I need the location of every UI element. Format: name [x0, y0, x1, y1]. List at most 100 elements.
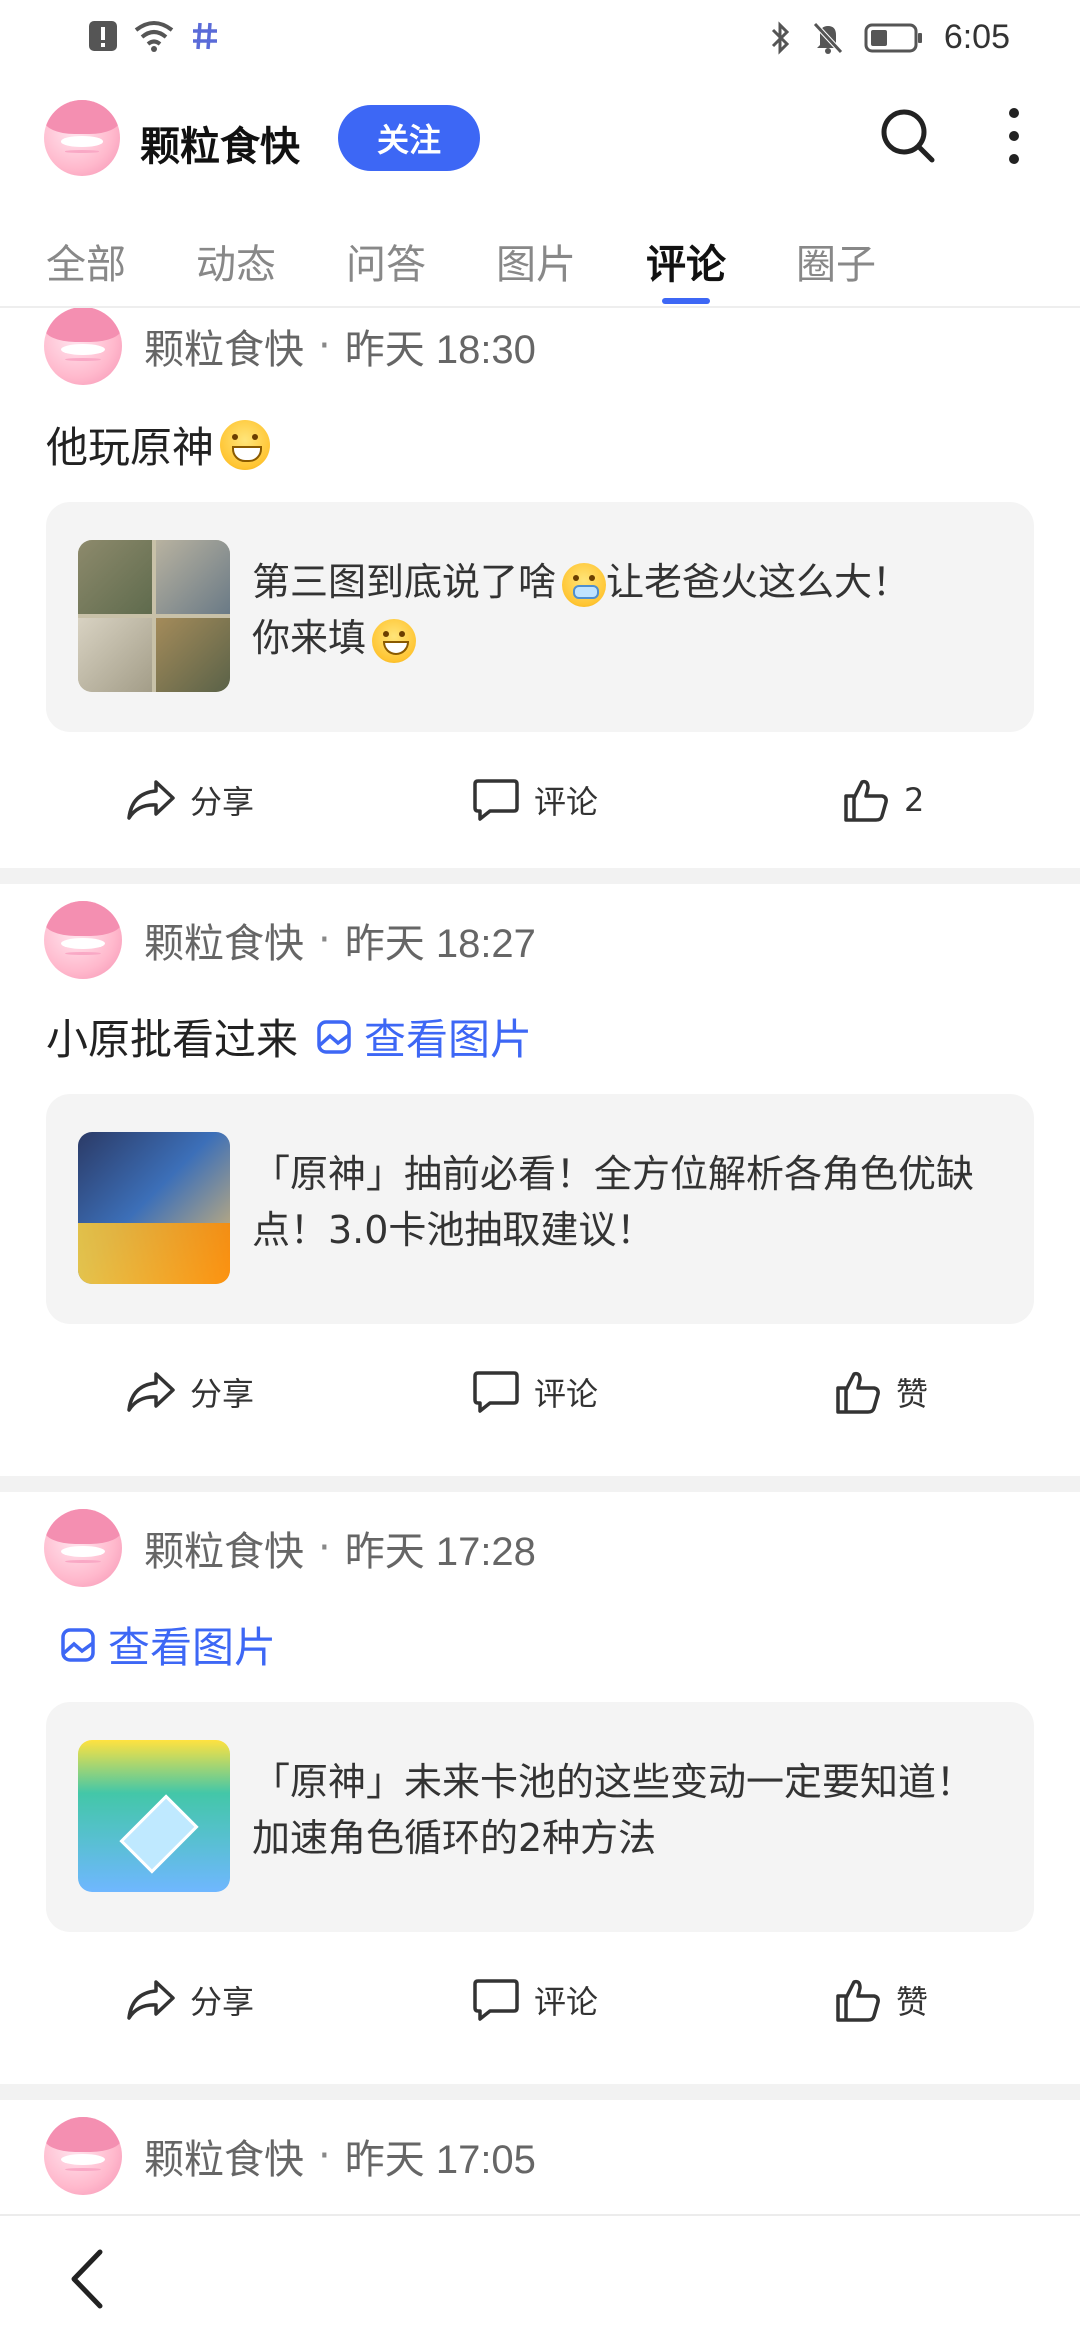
- back-button[interactable]: [60, 2244, 120, 2314]
- post-author: 颗粒食快: [144, 327, 304, 373]
- comment-icon: [473, 779, 519, 821]
- thumbs-up-icon: [836, 1979, 880, 2022]
- post-time: 昨天 18:30: [344, 328, 536, 372]
- follow-button[interactable]: 关注: [338, 105, 480, 171]
- article-thumbnail: [78, 1132, 230, 1284]
- like-button[interactable]: 赞: [834, 1960, 928, 2040]
- share-button[interactable]: 分享: [126, 1352, 254, 1432]
- post-author-row: 颗粒食快 · 昨天 18:30: [44, 308, 536, 386]
- post-author-row: 颗粒食快 · 昨天 18:27: [44, 900, 536, 980]
- comment-label: 评论: [534, 1983, 599, 2021]
- tab-images[interactable]: 图片: [496, 232, 576, 290]
- tab-comments[interactable]: 评论: [646, 232, 726, 290]
- article-title-part: 第三图到底说了啥: [252, 560, 557, 604]
- post-card: 颗粒食快 · 昨天 18:27 小原批看过来 查看图片 「原神」抽前必看！全方位…: [0, 884, 1080, 1476]
- avatar[interactable]: [44, 1509, 122, 1587]
- separator-dot: ·: [318, 1525, 331, 1571]
- comment-button[interactable]: 评论: [472, 1960, 598, 2040]
- post-author: 颗粒食快: [144, 921, 304, 967]
- tab-qa[interactable]: 问答: [346, 232, 426, 290]
- view-image-label: 查看图片: [108, 1623, 277, 1672]
- comment-button[interactable]: 评论: [472, 760, 598, 840]
- like-label: 赞: [896, 1375, 929, 1413]
- post-author: 颗粒食快: [144, 1529, 304, 1575]
- bottom-navigation-bar: [0, 2214, 1080, 2340]
- image-icon: [61, 1627, 95, 1662]
- article-title-part: 你来填: [252, 616, 367, 660]
- status-time: 6:05: [943, 18, 1010, 56]
- like-button[interactable]: 2: [842, 760, 924, 840]
- post-divider: [0, 2084, 1080, 2100]
- post-card: 颗粒食快 · 昨天 17:28 查看图片 「原神」未来卡池的这些变动一定要知道！…: [0, 1492, 1080, 2084]
- separator-dot: ·: [318, 2133, 331, 2179]
- post-text-content: 他玩原神: [46, 423, 215, 472]
- comment-label: 评论: [534, 1375, 599, 1413]
- article-title: 第三图到底说了啥 让老爸火这么大！ 你来填: [252, 554, 992, 666]
- emoji-icon: [220, 419, 271, 470]
- post-text: 他玩原神: [46, 414, 271, 475]
- share-icon: [127, 1980, 175, 2020]
- linked-article-card[interactable]: 「原神」抽前必看！全方位解析各角色优缺点！3.0卡池抽取建议！: [46, 1094, 1034, 1324]
- post-text: 小原批看过来 查看图片: [46, 1006, 532, 1067]
- avatar[interactable]: [44, 100, 120, 176]
- tab-activity[interactable]: 动态: [196, 232, 276, 290]
- wifi-icon: [134, 20, 174, 52]
- tab-bar: 全部 动态 问答 图片 评论 圈子: [0, 226, 1080, 308]
- avatar[interactable]: [44, 2117, 122, 2195]
- thumbs-up-icon: [844, 779, 888, 822]
- view-image-label: 查看图片: [364, 1015, 533, 1064]
- post-time: 昨天 18:27: [344, 922, 536, 966]
- separator-dot: ·: [318, 323, 331, 369]
- separator-dot: ·: [318, 917, 331, 963]
- post-actions: 分享 评论 2: [0, 760, 1080, 840]
- share-button[interactable]: 分享: [126, 1960, 254, 2040]
- image-icon: [317, 1019, 351, 1054]
- tab-all[interactable]: 全部: [46, 232, 126, 290]
- post-actions: 分享 评论 赞: [0, 1960, 1080, 2040]
- more-options-icon[interactable]: [1002, 108, 1026, 164]
- status-right: 6:05: [770, 18, 1010, 57]
- like-button[interactable]: 赞: [834, 1352, 928, 1432]
- emoji-icon: [372, 618, 417, 663]
- linked-article-card[interactable]: 「原神」未来卡池的这些变动一定要知道！加速角色循环的2种方法: [46, 1702, 1034, 1932]
- profile-header: 颗粒食快 关注: [0, 96, 1080, 216]
- share-button[interactable]: 分享: [126, 760, 254, 840]
- post-time: 昨天 17:05: [344, 2138, 536, 2182]
- like-count: 2: [904, 781, 925, 819]
- mute-bell-icon: [812, 21, 844, 55]
- comment-button[interactable]: 评论: [472, 1352, 598, 1432]
- comment-label: 评论: [534, 783, 599, 821]
- alert-icon: [88, 20, 118, 52]
- search-icon[interactable]: [878, 106, 938, 166]
- thumbs-up-icon: [836, 1371, 880, 1414]
- linked-article-card[interactable]: 第三图到底说了啥 让老爸火这么大！ 你来填: [46, 502, 1034, 732]
- comment-feed[interactable]: 颗粒食快 · 昨天 18:30 他玩原神 第三图到底说了啥 让老爸火这么大！ 你来…: [0, 308, 1080, 2214]
- back-arrow-icon: [71, 2249, 103, 2309]
- share-icon: [127, 1372, 175, 1412]
- share-label: 分享: [190, 1375, 255, 1413]
- post-divider: [0, 1476, 1080, 1492]
- post-card: 颗粒食快 · 昨天 18:30 他玩原神 第三图到底说了啥 让老爸火这么大！ 你来…: [0, 308, 1080, 868]
- post-time: 昨天 17:28: [344, 1530, 536, 1574]
- battery-icon: [864, 22, 924, 54]
- article-thumbnail: [78, 540, 230, 692]
- post-divider: [0, 868, 1080, 884]
- view-image-link[interactable]: 查看图片: [60, 1614, 276, 1675]
- avatar[interactable]: [44, 308, 122, 385]
- bluetooth-icon: [770, 20, 792, 55]
- article-thumbnail: [78, 1740, 230, 1892]
- tab-circles[interactable]: 圈子: [796, 232, 876, 290]
- article-title: 「原神」抽前必看！全方位解析各角色优缺点！3.0卡池抽取建议！: [252, 1152, 975, 1252]
- article-title: 「原神」未来卡池的这些变动一定要知道！加速角色循环的2种方法: [252, 1760, 975, 1860]
- share-icon: [127, 780, 175, 820]
- avatar[interactable]: [44, 901, 122, 979]
- post-author-row: 颗粒食快 · 昨天 17:05: [44, 2116, 536, 2196]
- emoji-icon: [562, 562, 607, 607]
- post-author-row: 颗粒食快 · 昨天 17:28: [44, 1508, 536, 1588]
- status-bar: 6:05: [0, 0, 1080, 84]
- view-image-link[interactable]: 查看图片: [316, 1006, 532, 1067]
- post-text-content: 小原批看过来: [46, 1015, 299, 1064]
- share-label: 分享: [190, 1983, 255, 2021]
- hashtag-icon: [190, 20, 220, 52]
- profile-name: 颗粒食快: [140, 124, 300, 170]
